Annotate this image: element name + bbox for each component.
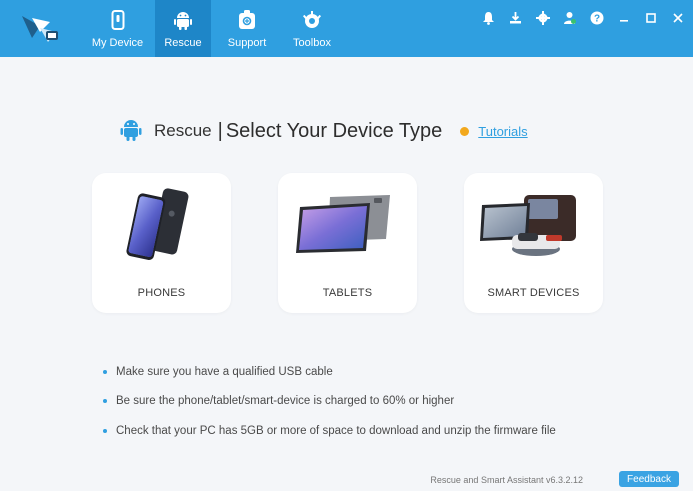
minimize-icon[interactable] [616, 10, 631, 25]
tab-my-device-label: My Device [91, 37, 144, 49]
page-title: Select Your Device Type [225, 119, 443, 142]
title-prefix: Rescue [154, 121, 212, 140]
tablets-label: TABLETS [322, 287, 373, 299]
tablets-image [296, 195, 390, 253]
feedback-button[interactable]: Feedback [619, 471, 679, 487]
download-icon[interactable] [508, 10, 523, 25]
page-title-row: Rescue | Select Your Device Type Tutoria… [120, 118, 590, 144]
tip-text: Make sure you have a qualified USB cable [116, 365, 333, 378]
phone-icon [111, 9, 125, 31]
tab-my-device[interactable]: My Device [80, 0, 155, 57]
title-separator: | [217, 119, 223, 142]
smart-devices-image [480, 195, 576, 256]
close-icon[interactable] [670, 10, 685, 25]
toolbox-icon [302, 9, 322, 31]
bullet-icon [103, 428, 107, 433]
gear-icon[interactable] [535, 10, 550, 25]
tip-item: Check that your PC has 5GB or more of sp… [103, 416, 556, 446]
app-logo-icon [0, 0, 80, 57]
tip-text: Check that your PC has 5GB or more of sp… [116, 424, 556, 437]
bullet-icon [103, 399, 107, 404]
tip-item: Be sure the phone/tablet/smart-device is… [103, 387, 556, 417]
smart-devices-label: SMART DEVICES [487, 287, 580, 299]
tab-toolbox-label: Toolbox [293, 37, 331, 49]
window-controls: ? [481, 10, 685, 25]
tab-support[interactable]: Support [211, 0, 283, 57]
tab-rescue[interactable]: Rescue [155, 0, 211, 57]
device-card-phones[interactable]: PHONES [92, 173, 231, 313]
tab-toolbox[interactable]: Toolbox [283, 0, 341, 57]
bell-icon[interactable] [481, 10, 496, 25]
device-card-smart-devices[interactable]: SMART DEVICES [464, 173, 603, 313]
phones-image [126, 188, 189, 260]
version-text: Rescue and Smart Assistant v6.3.2.12 [430, 475, 583, 485]
help-icon[interactable]: ? [589, 10, 604, 25]
top-bar: My Device Rescue Support Toolbox ? [0, 0, 693, 57]
android-icon [174, 9, 192, 31]
support-icon [238, 9, 256, 31]
phones-label: PHONES [137, 287, 186, 299]
tutorials-link[interactable]: Tutorials [478, 124, 527, 139]
android-icon [120, 117, 142, 146]
maximize-icon[interactable] [643, 10, 658, 25]
user-icon[interactable] [562, 10, 577, 25]
bullet-icon [103, 369, 107, 374]
tip-text: Be sure the phone/tablet/smart-device is… [116, 395, 455, 408]
tutorial-dot-icon [460, 126, 470, 136]
tips-list: Make sure you have a qualified USB cable… [103, 357, 556, 446]
tip-item: Make sure you have a qualified USB cable [103, 357, 556, 387]
tab-rescue-label: Rescue [164, 37, 202, 49]
svg-text:?: ? [593, 13, 599, 24]
device-card-tablets[interactable]: TABLETS [278, 173, 417, 313]
tab-support-label: Support [227, 37, 267, 49]
